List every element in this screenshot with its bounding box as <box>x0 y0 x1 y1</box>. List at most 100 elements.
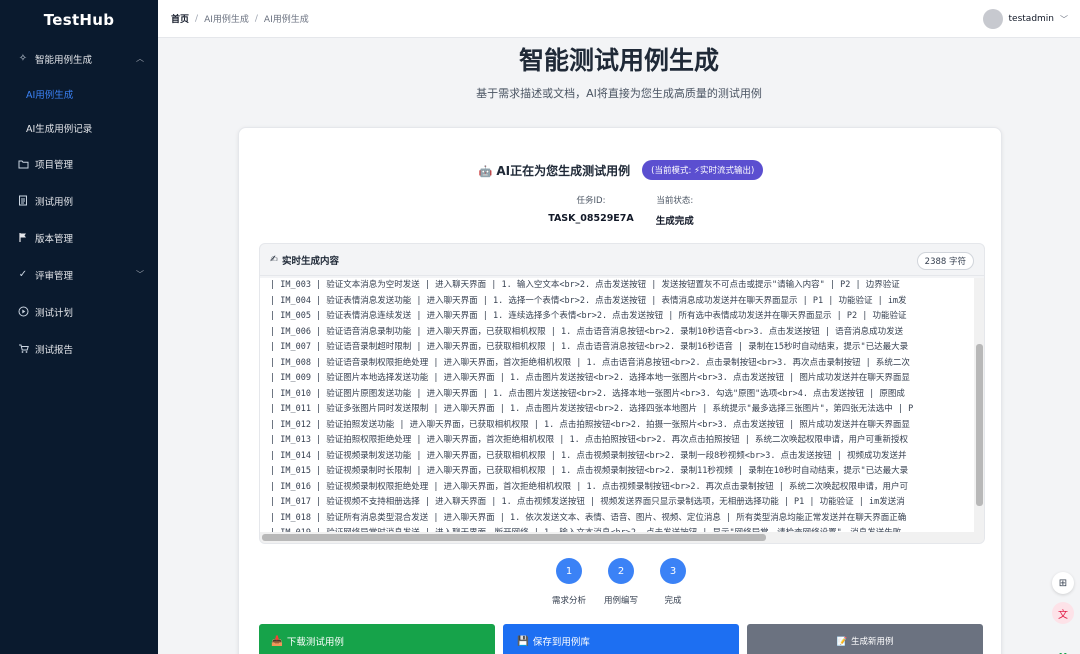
sidebar-group-smart-generation[interactable]: ✧ 智能用例生成 ︿ <box>0 40 158 77</box>
generation-header: 🤖 AI正在为您生成测试用例 (当前模式: ⚡实时流式输出) <box>239 160 1003 180</box>
breadcrumb-home[interactable]: 首页 <box>171 12 189 25</box>
stream-line: | IM_016 | 验证视频录制权限拒绝处理 | 进入聊天界面，首次拒绝相机权… <box>270 481 909 492</box>
step-requirement-analysis: 1 需求分析 <box>552 558 587 606</box>
memo-icon: 📝 <box>836 635 848 646</box>
pencil-icon: ✍ <box>270 254 278 265</box>
folder-icon <box>16 159 30 169</box>
download-cases-button[interactable]: 📥 下载测试用例 <box>259 624 495 654</box>
sidebar-item-version-management[interactable]: 版本管理 <box>0 219 158 256</box>
top-header: 首页 / AI用例生成 / AI用例生成 testadmin ﹀ <box>158 0 1080 38</box>
sidebar-group-label: 智能用例生成 <box>35 54 93 66</box>
save-to-library-button[interactable]: 💾 保存到用例库 <box>503 624 739 654</box>
progress-steps: 1 需求分析 2 用例编写 3 完成 <box>239 558 1003 606</box>
stream-line: | IM_007 | 验证语音录制超时限制 | 进入聊天界面，已获取相机权限 |… <box>270 342 909 352</box>
grid-widget-icon[interactable]: ⊞ <box>1052 572 1074 594</box>
page-title: 智能测试用例生成 <box>518 46 719 75</box>
task-info: 任务ID: TASK_08529E7A 当前状态: 生成完成 <box>239 194 1003 227</box>
chevron-down-icon: ﹀ <box>136 270 144 279</box>
step-number: 1 <box>556 558 582 584</box>
save-icon: 💾 <box>517 635 529 647</box>
stream-panel: ✍ 实时生成内容 2388 字符 | IM_003 | 验证文本消息为空时发送 … <box>259 243 985 544</box>
stream-line: | IM_011 | 验证多张图片同时发送限制 | 进入聊天界面 | 1. 点击… <box>270 404 914 414</box>
stream-line: | IM_012 | 验证拍照发送功能 | 进入聊天界面，已获取相机权限 | 1… <box>270 419 910 430</box>
sidebar-item-label: 测试用例 <box>35 196 74 208</box>
stream-line: | IM_010 | 验证图片原图发送功能 | 进入聊天界面 | 1. 点击图片… <box>270 388 905 399</box>
action-bar: 📥 下载测试用例 💾 保存到用例库 📝 生成新用例 <box>259 624 985 654</box>
sidebar-item-ai-case-generation[interactable]: AI用例生成 <box>0 77 158 111</box>
cart-icon <box>16 343 30 354</box>
sidebar-item-label: 测试报告 <box>35 344 74 356</box>
status-value: 生成完成 <box>655 216 694 227</box>
sidebar-menu: ✧ 智能用例生成 ︿ AI用例生成 AI生成用例记录 项目管理 测试用例 版本管… <box>0 40 158 367</box>
sidebar-item-project-management[interactable]: 项目管理 <box>0 145 158 182</box>
stream-line: | IM_005 | 验证表情消息连续发送 | 进入聊天界面 | 1. 连续选择… <box>270 311 907 321</box>
sidebar-item-test-plan[interactable]: 测试计划 <box>0 293 158 330</box>
sidebar-item-label: AI用例生成 <box>26 90 74 101</box>
username: testadmin <box>1008 14 1054 24</box>
stream-content[interactable]: | IM_003 | 验证文本消息为空时发送 | 进入聊天界面 | 1. 输入空… <box>260 278 976 533</box>
breadcrumb: 首页 / AI用例生成 / AI用例生成 <box>171 12 309 26</box>
stream-line: | IM_014 | 验证视频录制发送功能 | 进入聊天界面，已获取相机权限 |… <box>270 450 907 461</box>
step-label: 用例编写 <box>604 596 639 606</box>
generation-card: 🤖 AI正在为您生成测试用例 (当前模式: ⚡实时流式输出) 任务ID: TASK… <box>238 127 1002 654</box>
generation-title-text: AI正在为您生成测试用例 <box>496 163 631 178</box>
play-circle-icon <box>16 306 30 317</box>
download-icon: 📥 <box>271 635 283 647</box>
breadcrumb-current: AI用例生成 <box>263 15 309 25</box>
translate-widget-icon[interactable]: 文 <box>1052 602 1074 624</box>
breadcrumb-item[interactable]: AI用例生成 <box>204 12 249 25</box>
task-id-block: 任务ID: TASK_08529E7A <box>548 194 634 227</box>
sidebar-item-test-cases[interactable]: 测试用例 <box>0 182 158 219</box>
step-label: 需求分析 <box>552 596 587 606</box>
avatar <box>982 9 1003 29</box>
status-label: 当前状态: <box>656 196 694 206</box>
chevron-up-icon: ︿ <box>136 54 144 63</box>
stream-line: | IM_004 | 验证表情消息发送功能 | 进入聊天界面 | 1. 选择一个… <box>270 295 907 306</box>
char-count-badge: 2388 字符 <box>916 252 974 270</box>
sidebar-item-label: 版本管理 <box>35 233 74 245</box>
generation-title: 🤖 AI正在为您生成测试用例 <box>479 162 630 179</box>
assistant-widget-icon[interactable]: Y <box>1052 646 1074 654</box>
breadcrumb-separator: / <box>254 13 258 24</box>
breadcrumb-separator: / <box>195 13 199 24</box>
new-cases-label: 生成新用例 <box>851 636 894 646</box>
sidebar-item-label: 项目管理 <box>35 159 74 171</box>
horizontal-scrollbar[interactable] <box>260 532 984 543</box>
sidebar-item-label: 评审管理 <box>35 270 74 282</box>
step-number: 2 <box>608 558 634 584</box>
stream-line: | IM_006 | 验证语音消息录制功能 | 进入聊天界面，已获取相机权限 |… <box>270 326 904 337</box>
step-number: 3 <box>660 558 686 584</box>
stream-line: | IM_013 | 验证拍照权限拒绝处理 | 进入聊天界面，首次拒绝相机权限 … <box>270 435 909 445</box>
stream-line: | IM_015 | 验证视频录制时长限制 | 进入聊天界面，已获取相机权限 |… <box>270 466 909 476</box>
stream-line: | IM_018 | 验证所有消息类型混合发送 | 进入聊天界面 | 1. 依次… <box>270 512 907 523</box>
sidebar: TestHub ✧ 智能用例生成 ︿ AI用例生成 AI生成用例记录 项目管理 … <box>0 0 158 654</box>
sidebar-submenu: AI用例生成 AI生成用例记录 <box>0 77 158 145</box>
vertical-scroll-thumb[interactable] <box>976 344 983 506</box>
vertical-scrollbar[interactable] <box>974 278 984 533</box>
robot-icon: 🤖 <box>478 164 493 178</box>
status-block: 当前状态: 生成完成 <box>656 194 694 227</box>
mode-badge: (当前模式: ⚡实时流式输出) <box>642 160 764 180</box>
chevron-down-icon: ﹀ <box>1060 14 1068 24</box>
sparkle-icon: ✧ <box>18 53 28 64</box>
sidebar-item-ai-generation-records[interactable]: AI生成用例记录 <box>0 111 158 145</box>
stream-title: 实时生成内容 <box>281 255 339 267</box>
horizontal-scroll-thumb[interactable] <box>262 534 766 541</box>
app-logo: TestHub <box>43 11 115 29</box>
sidebar-item-test-report[interactable]: 测试报告 <box>0 330 158 367</box>
main-content: 智能测试用例生成 基于需求描述或文档，AI将直接为您生成高质量的测试用例 🤖 AI… <box>158 39 1080 654</box>
check-icon: ✓ <box>18 269 28 280</box>
flag-icon <box>16 232 30 243</box>
download-cases-label: 下载测试用例 <box>286 637 344 648</box>
user-menu[interactable]: testadmin ﹀ <box>982 9 1068 29</box>
page-subtitle: 基于需求描述或文档，AI将直接为您生成高质量的测试用例 <box>476 87 762 100</box>
stream-line: | IM_008 | 验证语音录制权限拒绝处理 | 进入聊天界面，首次拒绝相机权… <box>270 357 910 368</box>
document-icon <box>16 195 30 206</box>
new-cases-button[interactable]: 📝 生成新用例 <box>747 624 983 654</box>
save-to-library-label: 保存到用例库 <box>532 637 590 648</box>
task-id-value: TASK_08529E7A <box>548 213 634 224</box>
sidebar-item-review-management[interactable]: ✓ 评审管理 ﹀ <box>0 256 158 293</box>
sidebar-item-label: 测试计划 <box>35 307 74 319</box>
stream-header: ✍ 实时生成内容 2388 字符 <box>260 244 984 276</box>
step-label: 完成 <box>664 596 682 606</box>
